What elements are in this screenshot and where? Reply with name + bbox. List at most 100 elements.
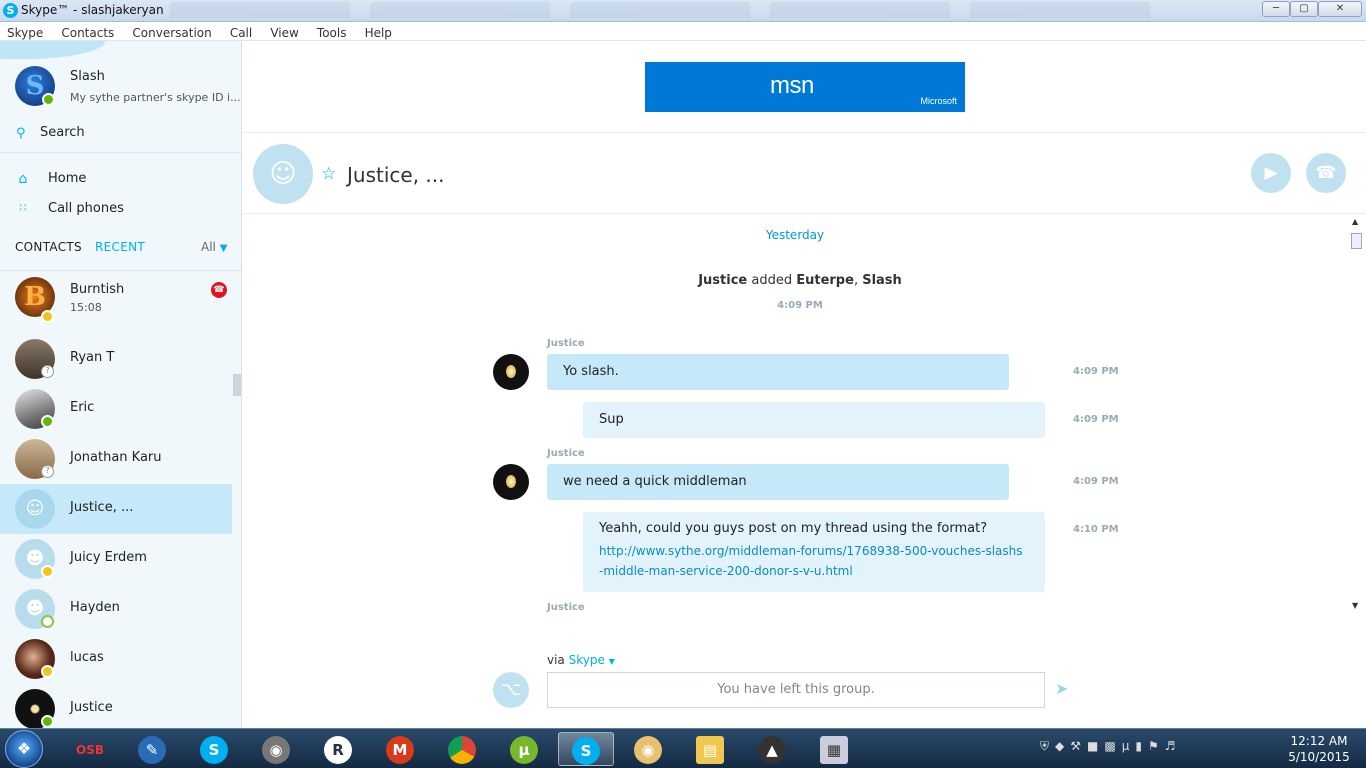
utorrent-tray-icon[interactable]: µ	[1122, 739, 1136, 753]
contact-justice[interactable]: Justice	[0, 684, 232, 728]
network-icon[interactable]: ▩	[1104, 739, 1121, 753]
filter-dropdown[interactable]: All ▼	[201, 240, 227, 254]
profile-status-dot	[42, 93, 55, 106]
nav-call-phones[interactable]: ∷ Call phones	[0, 197, 241, 223]
app-tray-icon[interactable]: ■	[1087, 739, 1104, 753]
scroll-down-icon[interactable]: ▼	[1352, 601, 1358, 610]
status-online-dot	[41, 715, 54, 728]
notepad-icon: ✎	[138, 735, 166, 764]
message-bubble[interactable]: Yo slash.	[547, 354, 1009, 390]
filter-label: All	[201, 240, 216, 254]
taskbar-app-rs[interactable]: ◉	[248, 732, 304, 766]
signal-icon[interactable]: ▮	[1135, 739, 1148, 753]
start-button[interactable]: ❖	[5, 730, 43, 768]
menu-call[interactable]: Call	[223, 24, 258, 40]
contact-lucas[interactable]: lucas	[0, 634, 232, 684]
taskbar-app-utorrent[interactable]: µ	[496, 732, 552, 766]
taskbar-app-runescape[interactable]: R	[310, 732, 366, 766]
conversation-title[interactable]: Justice, ...	[347, 163, 444, 187]
taskbar-app-skype-active[interactable]: S	[558, 732, 614, 766]
video-call-button[interactable]: ▶	[1251, 153, 1291, 193]
message-link[interactable]: http://www.sythe.org/middleman-forums/17…	[599, 541, 1029, 561]
scroll-up-icon[interactable]: ▲	[1352, 217, 1358, 226]
tab-recent[interactable]: RECENT	[95, 240, 145, 254]
menu-view[interactable]: View	[263, 24, 304, 40]
taskbar-app-paint[interactable]: ◉	[620, 732, 676, 766]
close-button[interactable]: ✕	[1318, 1, 1362, 17]
taskbar-app-media[interactable]: M	[372, 732, 428, 766]
folder-icon: ▤	[696, 735, 724, 764]
sender-avatar[interactable]	[493, 464, 529, 500]
skype-icon: S	[572, 736, 600, 765]
contact-list-scrollbar[interactable]	[232, 272, 241, 728]
contact-burntish[interactable]: B Burntish 15:08 ☎	[0, 272, 232, 323]
nav-home[interactable]: ⌂ Home	[0, 167, 241, 193]
volume-icon[interactable]: ♬	[1165, 739, 1182, 753]
group-avatar-icon[interactable]: ☺	[253, 144, 313, 204]
msn-ad-banner[interactable]: msn Microsoft	[645, 62, 965, 112]
event-target: Euterpe	[796, 273, 854, 288]
taskbar-app-skype[interactable]: S	[186, 732, 242, 766]
sender-avatar[interactable]	[493, 354, 529, 390]
contact-eric[interactable]: Eric	[0, 384, 232, 434]
menu-bar: Skype Contacts Conversation Call View To…	[0, 22, 1366, 41]
system-clock[interactable]: 12:12 AM 5/10/2015	[1282, 733, 1356, 765]
group-icon: ☺	[15, 489, 55, 529]
attach-file-button[interactable]: ⌥	[493, 672, 529, 708]
contact-hayden[interactable]: ☻ Hayden	[0, 584, 232, 634]
message-time: 4:10 PM	[1073, 524, 1119, 535]
shield-icon[interactable]: ⛨	[1040, 739, 1055, 753]
profile-mood[interactable]: My sythe partner's skype ID i...	[70, 91, 241, 104]
taskbar-app-notepad[interactable]: ✎	[124, 732, 180, 766]
message-bubble[interactable]: Sup	[583, 402, 1045, 438]
scrollbar-thumb[interactable]	[1351, 233, 1362, 249]
conversation-header: ☺ ☆ Justice, ... ▶ ☎	[243, 132, 1366, 214]
voice-call-button[interactable]: ☎	[1306, 153, 1346, 193]
contact-name: Jonathan Karu	[70, 450, 162, 465]
menu-conversation[interactable]: Conversation	[125, 24, 217, 40]
chat-scrollbar[interactable]: ▲ ▼	[1349, 215, 1364, 615]
menu-contacts[interactable]: Contacts	[54, 24, 120, 40]
sidebar: S Slash My sythe partner's skype ID i...…	[0, 41, 242, 728]
taskbar-app-chrome[interactable]	[434, 732, 490, 766]
message-link[interactable]: -middle-man-service-200-donor-s-v-u.html	[599, 561, 1029, 581]
message-bubble[interactable]: we need a quick middleman	[547, 464, 1009, 500]
via-selector[interactable]: via Skype ▼	[547, 653, 615, 667]
contact-name: Juicy Erdem	[70, 550, 147, 565]
menu-tools[interactable]: Tools	[310, 24, 353, 40]
scrollbar-thumb[interactable]	[233, 374, 241, 396]
conversation-panel: msn Microsoft ☺ ☆ Justice, ... ▶ ☎ Yeste…	[243, 41, 1366, 728]
message-time: 4:09 PM	[1073, 414, 1119, 425]
taskbar-app-calculator[interactable]: ▦	[806, 732, 862, 766]
taskbar-app-mystery[interactable]: ▲	[744, 732, 800, 766]
security-icon[interactable]: ◆	[1055, 739, 1070, 753]
menu-help[interactable]: Help	[358, 24, 398, 40]
contact-ryan-t[interactable]: ? Ryan T	[0, 334, 232, 384]
message-sender: Justice	[547, 448, 585, 459]
message-bubble[interactable]: Yeahh, could you guys post on my thread …	[583, 512, 1045, 592]
flag-icon[interactable]: ⚑	[1148, 739, 1165, 753]
rs-icon: ◉	[262, 735, 290, 764]
missed-call-icon: ☎	[211, 282, 227, 298]
tab-contacts[interactable]: CONTACTS	[15, 240, 82, 254]
contact-justice-group[interactable]: ☺ Justice, ...	[0, 484, 232, 534]
send-icon[interactable]: ➤	[1055, 679, 1068, 698]
system-tray[interactable]: ⛨◆⚒■▩µ▮⚑♬	[1040, 739, 1181, 754]
taskbar-app-explorer[interactable]: ▤	[682, 732, 738, 766]
minimize-button[interactable]: ─	[1262, 1, 1290, 17]
event-target: Slash	[862, 273, 902, 288]
skype-icon: S	[200, 735, 228, 764]
message-text: Yo slash.	[563, 364, 619, 379]
message-input[interactable]: You have left this group.	[547, 672, 1045, 708]
taskbar-app-osb[interactable]: OSB	[62, 732, 118, 766]
day-separator: Yesterday	[765, 228, 825, 242]
menu-skype[interactable]: Skype	[0, 24, 49, 40]
contact-juicy-erdem[interactable]: ☻ Juicy Erdem	[0, 534, 232, 584]
profile-panel[interactable]: S Slash My sythe partner's skype ID i...	[0, 41, 241, 121]
status-away-dot	[41, 310, 54, 323]
maximize-button[interactable]: ▢	[1290, 1, 1318, 17]
tool-icon[interactable]: ⚒	[1070, 739, 1087, 753]
search-button[interactable]: ⚲ Search	[0, 123, 241, 153]
favorite-star-icon[interactable]: ☆	[321, 164, 336, 184]
contact-jonathan-karu[interactable]: ? Jonathan Karu	[0, 434, 232, 484]
